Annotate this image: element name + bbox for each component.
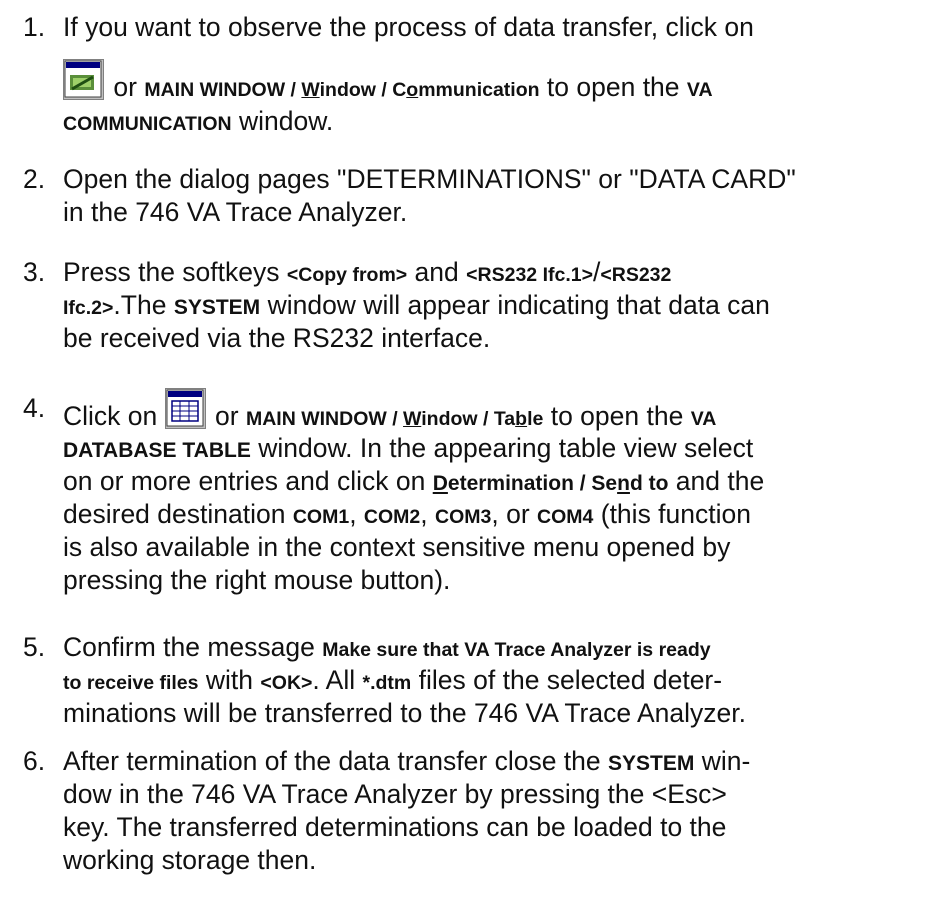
step-1-line-3: COMMUNICATION window. bbox=[63, 106, 334, 136]
menu-path: MAIN WINDOW / Window / Table bbox=[245, 408, 544, 430]
step-number: 2. bbox=[23, 164, 46, 194]
step-6-line-4: working storage then. bbox=[63, 845, 317, 875]
step-number: 1. bbox=[23, 12, 46, 42]
step-2-line-2: in the 746 VA Trace Analyzer. bbox=[63, 197, 408, 227]
step-number: 6. bbox=[23, 746, 46, 776]
softkey-rs232-ifc2: <RS232 bbox=[600, 264, 672, 286]
step-number: 3. bbox=[23, 257, 46, 287]
softkey-copy-from: <Copy from> bbox=[286, 264, 408, 286]
step-4-line-6: pressing the right mouse button). bbox=[63, 565, 451, 595]
step-number: 5. bbox=[23, 632, 46, 662]
communication-window-icon[interactable] bbox=[63, 59, 104, 100]
table-window-icon[interactable] bbox=[164, 388, 206, 429]
menu-path: MAIN WINDOW / Window / Communication bbox=[144, 79, 540, 101]
instructions-page: 1. If you want to observe the process of… bbox=[0, 0, 932, 921]
step-3-line-3: be received via the RS232 interface. bbox=[63, 323, 491, 353]
menu-path: Determination / Send to bbox=[432, 472, 669, 495]
softkey-rs232-ifc1: <RS232 Ifc.1> bbox=[466, 264, 593, 286]
step-number: 4. bbox=[23, 393, 46, 423]
step-1-line-1: If you want to observe the process of da… bbox=[63, 12, 754, 42]
step-5-line-3: minations will be transferred to the 746… bbox=[63, 698, 746, 728]
